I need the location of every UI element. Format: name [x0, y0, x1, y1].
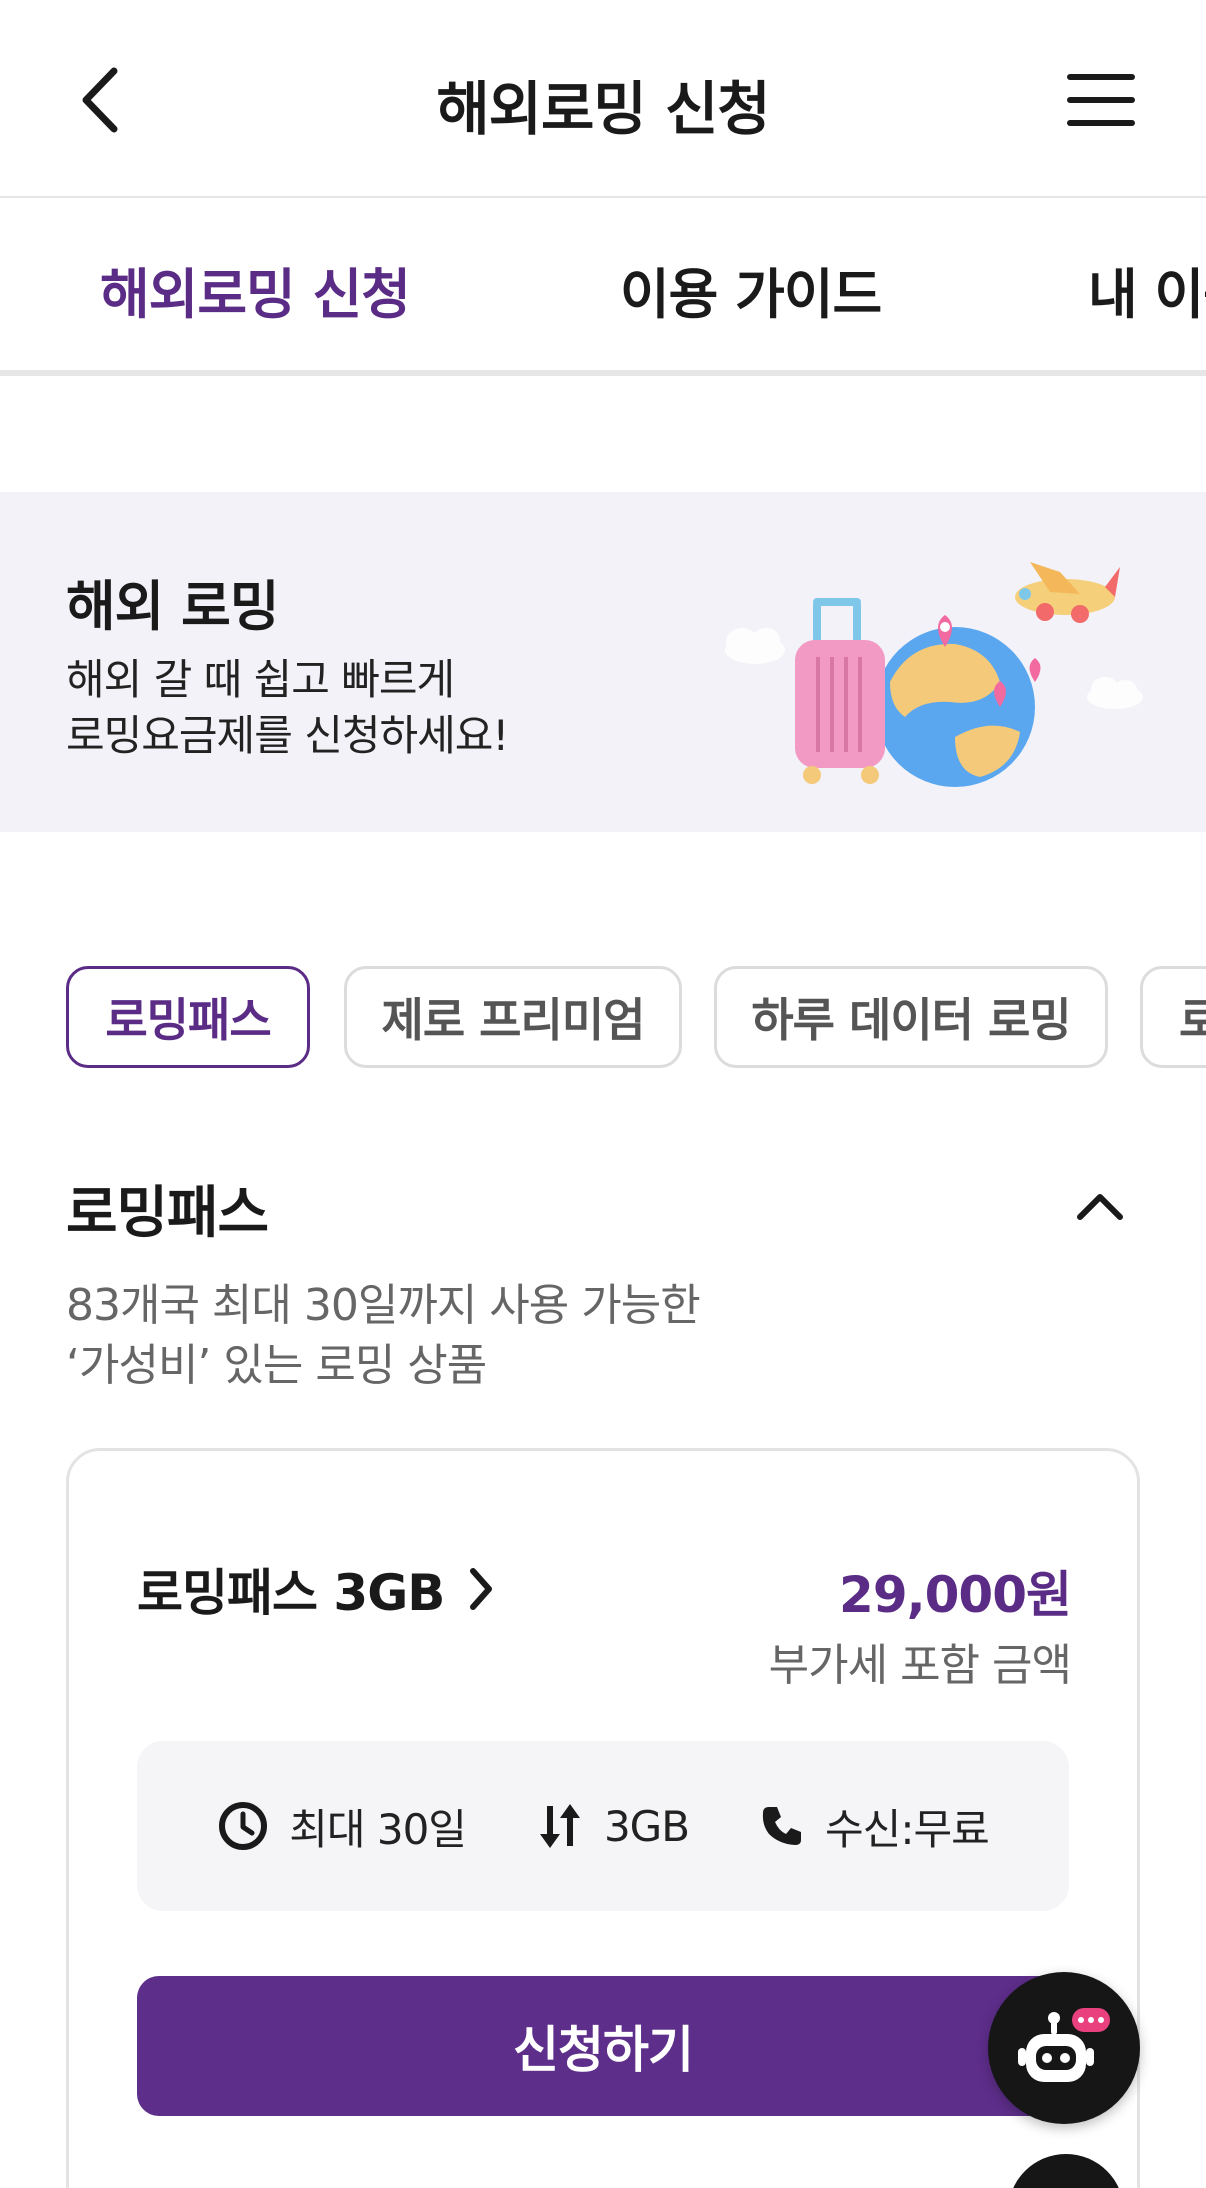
feature-duration-text: 최대 30일: [289, 1804, 467, 1854]
menu-button[interactable]: [1056, 62, 1146, 138]
price-note: 부가세 포함 금액: [768, 1640, 1072, 1691]
plan-name-link[interactable]: 로밍패스 3GB: [137, 1553, 494, 1625]
chevron-right-icon: [470, 1568, 493, 1610]
plan-price: 29,000원: [839, 1566, 1072, 1624]
collapse-button[interactable]: [1060, 1166, 1140, 1246]
chip-daily-data-roaming[interactable]: 하루 데이터 로밍: [714, 966, 1108, 1068]
chevron-up-icon: [1077, 1194, 1123, 1220]
section-description: 83개국 최대 30일까지 사용 가능한 ‘가성비’ 있는 로밍 상품: [66, 1276, 701, 1396]
apply-button[interactable]: 신청하기: [137, 1976, 1069, 2116]
plan-name: 로밍패스 3GB: [137, 1564, 445, 1622]
chatbot-robot-icon: [1018, 2008, 1110, 2082]
plan-filter-chips: 로밍패스 제로 프리미엄 하루 데이터 로밍 로: [0, 966, 1206, 1068]
data-transfer-icon: [539, 1804, 580, 1848]
clock-icon: [219, 1802, 268, 1850]
page-title: 해외로밍 신청: [436, 75, 770, 143]
section-description-line1: 83개국 최대 30일까지 사용 가능한: [66, 1280, 701, 1331]
tab-roaming-apply[interactable]: 해외로밍 신청: [100, 250, 411, 329]
chatbot-button[interactable]: [988, 1972, 1140, 2124]
plan-features: 최대 30일 3GB 수신:무료: [137, 1741, 1069, 1911]
feature-data-text: 3GB: [603, 1801, 690, 1851]
banner-subtitle-line1: 해외 갈 때 쉽고 빠르게: [66, 655, 455, 704]
chip-roaming-pass[interactable]: 로밍패스: [66, 966, 310, 1068]
banner-title: 해외 로밍: [66, 575, 280, 638]
app-header: 해외로밍 신청: [0, 0, 1206, 198]
chip-more[interactable]: 로: [1140, 966, 1206, 1068]
active-tab-indicator: [0, 370, 518, 376]
phone-icon: [762, 1807, 802, 1845]
chip-zero-premium[interactable]: 제로 프리미엄: [344, 966, 682, 1068]
banner-subtitle: 해외 갈 때 쉽고 빠르게 로밍요금제를 신청하세요!: [66, 652, 509, 764]
feature-call: 수신:무료: [759, 1796, 990, 1857]
feature-call-text: 수신:무료: [825, 1804, 990, 1854]
feature-duration: 최대 30일: [217, 1796, 467, 1857]
tab-my-usage[interactable]: 내 이용: [1088, 250, 1206, 329]
feature-data: 3GB: [536, 1800, 690, 1852]
travel-illustration: [725, 562, 1143, 787]
section-description-line2: ‘가성비’ 있는 로밍 상품: [66, 1340, 487, 1391]
section-title: 로밍패스: [66, 1181, 269, 1246]
plan-card: 로밍패스 3GB 29,000원 부가세 포함 금액 최대 30일 3GB 수신…: [66, 1448, 1140, 2188]
banner-subtitle-line2: 로밍요금제를 신청하세요!: [66, 711, 509, 760]
tab-bar: 해외로밍 신청 이용 가이드 내 이용: [0, 200, 1206, 376]
tab-usage-guide[interactable]: 이용 가이드: [620, 250, 882, 329]
promo-banner[interactable]: 해외 로밍 해외 갈 때 쉽고 빠르게 로밍요금제를 신청하세요!: [0, 492, 1206, 832]
hamburger-menu-icon: [1067, 74, 1135, 126]
